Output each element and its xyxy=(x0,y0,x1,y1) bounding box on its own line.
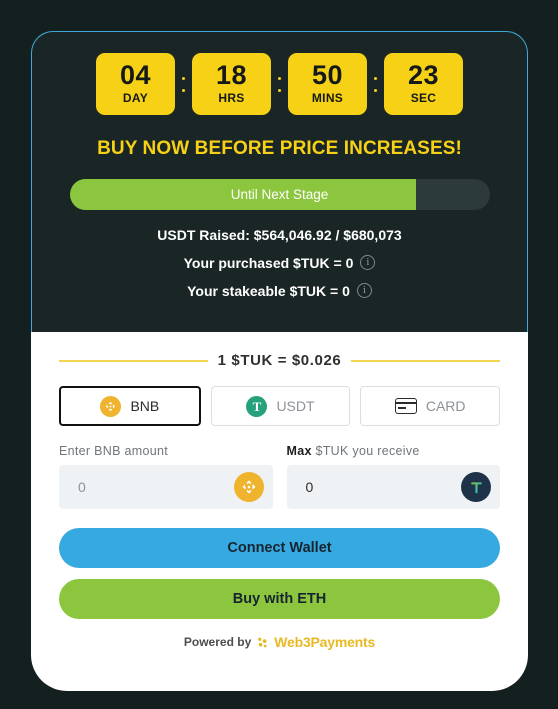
token-rate-text: 1 $TUK = $0.026 xyxy=(217,352,342,369)
info-icon[interactable]: i xyxy=(356,283,372,298)
countdown-hrs-label: HRS xyxy=(218,91,245,106)
amount-field-labels: Enter BNB amount Max $TUK you receive xyxy=(59,444,500,458)
receive-amount-label: Max $TUK you receive xyxy=(287,444,501,458)
presale-purchase-panel: 1 $TUK = $0.026 BNB T USDT CARD Enter BN… xyxy=(31,332,528,691)
countdown-sec-value: 23 xyxy=(407,59,440,90)
web3payments-logo-icon xyxy=(258,637,267,647)
countdown-separator-icon xyxy=(271,53,288,115)
receive-label-text: $TUK you receive xyxy=(315,444,420,458)
payment-method-usdt[interactable]: T USDT xyxy=(210,386,351,426)
stakeable-text: Your stakeable $TUK = 0 xyxy=(187,282,350,299)
info-icon[interactable]: i xyxy=(360,255,376,270)
bnb-icon xyxy=(233,472,264,502)
payment-method-card-label: CARD xyxy=(425,398,466,414)
credit-card-icon xyxy=(394,398,417,414)
presale-stats: USDT Raised: $564,046.92 / $680,073 Your… xyxy=(32,228,527,298)
rate-divider-right xyxy=(351,359,500,362)
payment-method-tabs: BNB T USDT CARD xyxy=(59,386,501,426)
stage-progress-label: Until Next Stage xyxy=(230,187,329,202)
countdown-unit-mins: 50 MINS xyxy=(288,53,367,115)
payment-method-usdt-label: USDT xyxy=(276,398,315,414)
presale-dark-panel: 04 DAY 18 HRS 50 MINS 23 SEC BUY NOW BEF… xyxy=(31,31,528,332)
rate-divider-left xyxy=(59,359,208,362)
buy-with-eth-button[interactable]: Buy with ETH xyxy=(59,579,500,619)
countdown-mins-label: MINS xyxy=(311,91,344,106)
promo-headline: BUY NOW BEFORE PRICE INCREASES! xyxy=(97,138,462,159)
tuk-token-icon xyxy=(461,472,491,502)
amount-fields: 0 0 xyxy=(59,465,500,509)
purchased-text: Your purchased $TUK = 0 xyxy=(183,254,354,271)
payment-method-card[interactable]: CARD xyxy=(360,386,501,426)
countdown-separator-icon xyxy=(367,53,384,115)
pay-amount-value: 0 xyxy=(78,479,86,495)
countdown-timer: 04 DAY 18 HRS 50 MINS 23 SEC xyxy=(32,32,527,115)
payment-method-bnb-label: BNB xyxy=(130,398,160,414)
countdown-unit-day: 04 DAY xyxy=(96,53,175,115)
brand-name: Web3Payments xyxy=(274,634,376,650)
connect-wallet-button[interactable]: Connect Wallet xyxy=(59,528,500,568)
countdown-mins-value: 50 xyxy=(311,59,344,90)
stage-progress-bar: Until Next Stage xyxy=(69,179,490,210)
presale-widget-card: 04 DAY 18 HRS 50 MINS 23 SEC BUY NOW BEF… xyxy=(31,31,528,691)
countdown-unit-hrs: 18 HRS xyxy=(192,53,271,115)
max-button[interactable]: Max xyxy=(287,444,312,458)
powered-by-label: Powered by xyxy=(183,635,252,649)
bnb-icon xyxy=(100,395,122,417)
token-rate-row: 1 $TUK = $0.026 xyxy=(59,332,500,369)
usdt-raised-line: USDT Raised: $564,046.92 / $680,073 xyxy=(32,228,527,242)
pay-amount-field[interactable]: 0 xyxy=(59,465,273,509)
payment-method-bnb[interactable]: BNB xyxy=(59,386,201,426)
countdown-unit-sec: 23 SEC xyxy=(384,53,463,115)
countdown-sec-label: SEC xyxy=(410,91,437,106)
countdown-hrs-value: 18 xyxy=(215,59,248,90)
usdt-raised-text: USDT Raised: $564,046.92 / $680,073 xyxy=(157,227,402,243)
receive-amount-value: 0 xyxy=(305,479,314,495)
countdown-separator-icon xyxy=(175,53,192,115)
powered-by-footer: Powered by Web3Payments xyxy=(59,634,500,650)
tether-icon: T xyxy=(246,395,268,417)
pay-amount-label: Enter BNB amount xyxy=(59,444,169,458)
receive-amount-field[interactable]: 0 xyxy=(286,465,500,509)
purchased-line: Your purchased $TUK = 0 i xyxy=(32,255,527,270)
countdown-day-label: DAY xyxy=(122,91,149,106)
countdown-day-value: 04 xyxy=(119,59,152,90)
stakeable-line: Your stakeable $TUK = 0 i xyxy=(32,283,527,298)
